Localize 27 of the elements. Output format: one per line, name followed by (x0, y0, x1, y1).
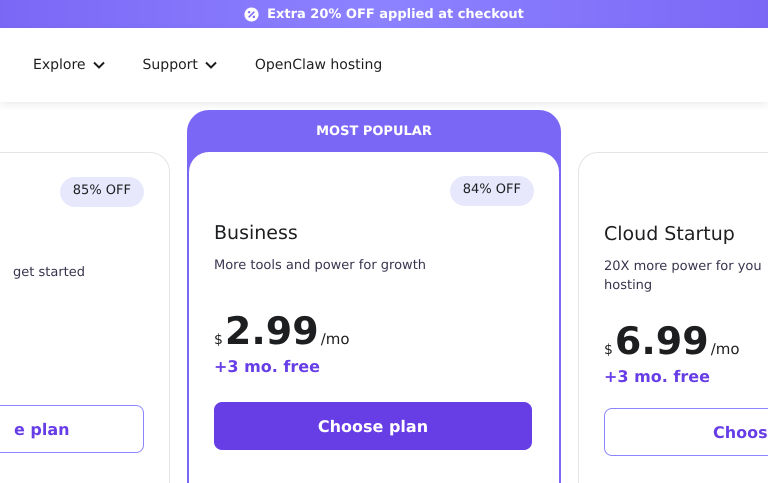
choose-plan-button[interactable]: Choos (604, 408, 768, 456)
price-period: /mo (320, 330, 350, 348)
promo-text: Extra 20% OFF applied at checkout (267, 6, 524, 22)
discount-icon (244, 6, 260, 22)
discount-badge: 84% OFF (450, 176, 534, 206)
nav-link[interactable]: Support (142, 57, 217, 73)
chevron-down-icon (204, 61, 217, 69)
currency-symbol: $ (604, 342, 613, 358)
nav-link[interactable]: OpenClaw hosting (254, 57, 382, 73)
plan-description: get started (13, 264, 86, 282)
bonus-text: +3 mo. free (214, 357, 321, 376)
plan-name: Business (214, 222, 299, 244)
plan-description: More tools and power for growth (214, 257, 428, 275)
plan-name: Cloud Startup (604, 223, 736, 245)
plan-description: hosting (604, 277, 654, 295)
price-amount: 6.99 (614, 319, 709, 363)
ribbon-label: MOST POPULAR (316, 124, 432, 138)
price-amount: 2.99 (224, 309, 319, 353)
nav-link[interactable]: Explore (33, 57, 105, 73)
price-period: /mo (710, 340, 740, 358)
choose-plan-button[interactable]: Choose plan (214, 402, 532, 450)
choose-plan-button[interactable]: e plan (0, 405, 144, 453)
bonus-text: +3 mo. free (604, 367, 711, 386)
plan-description: 20X more power for you (604, 258, 763, 276)
discount-badge: 85% OFF (60, 177, 144, 207)
chevron-down-icon (92, 61, 105, 69)
currency-symbol: $ (214, 332, 223, 348)
